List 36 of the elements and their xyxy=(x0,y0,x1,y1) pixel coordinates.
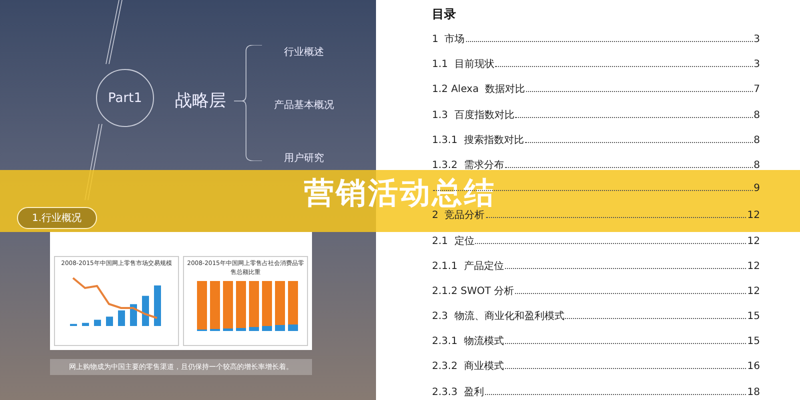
toc-entry: 1 市场 xyxy=(432,32,465,46)
toc-entry: 2.3 物流、商业化和盈利模式 xyxy=(432,310,564,324)
page-number: 12 xyxy=(747,286,760,297)
page-number: 3 xyxy=(754,59,760,70)
page-number: 7 xyxy=(754,84,760,96)
toc-entry: 1.3.1 搜索指数对比 xyxy=(432,134,524,147)
page-number: 8 xyxy=(754,160,760,171)
page-number: 15 xyxy=(747,311,760,322)
page-number: 16 xyxy=(747,361,760,372)
toc-title: 目录 xyxy=(432,6,457,23)
page-number: 18 xyxy=(747,386,760,398)
page-number: 8 xyxy=(754,110,760,121)
toc-entry: 1.3.2 需求分布 xyxy=(432,158,504,172)
topic-label: 行业概述 xyxy=(284,46,324,59)
toc-entry: 1.1 目前现状 xyxy=(432,58,494,72)
toc-entry: 2.3.2 商业模式 xyxy=(432,360,504,374)
layer-title: 战略层 xyxy=(175,90,226,112)
page-number: 12 xyxy=(747,236,760,246)
page-number: 8 xyxy=(754,134,760,146)
toc-entry: 2.3.3 盈利 xyxy=(432,386,484,399)
page-number: 9 xyxy=(754,183,760,194)
topic-label: 产品基本概况 xyxy=(274,98,334,112)
toc-entry: 2.3.1 物流模式 xyxy=(432,334,504,348)
page-number: 12 xyxy=(747,210,760,222)
toc-entry: 1.3 百度指数对比 xyxy=(432,108,514,122)
toc-entry: 1.2 Alexa 数据对比 xyxy=(432,82,526,96)
banner-title: 营销活动总结 xyxy=(304,179,496,209)
toc-entry: 2.1 定位 xyxy=(432,234,474,248)
page-number: 3 xyxy=(754,34,760,45)
toc-entry: 2 竞品分析 xyxy=(432,208,485,222)
toc-entry: 2.1.1 产品定位 xyxy=(432,260,504,273)
topic-label: 用户研究 xyxy=(284,152,324,165)
toc-entry: 2.1.2 SWOT 分析 xyxy=(432,284,514,298)
page-number: 12 xyxy=(747,260,760,272)
page-number: 15 xyxy=(747,336,760,348)
part-circle: Part1 xyxy=(96,69,154,127)
